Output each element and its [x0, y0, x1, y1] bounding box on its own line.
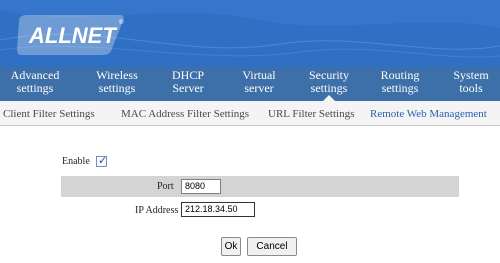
subnav-client-filter-settings[interactable]: Client Filter Settings — [3, 108, 95, 120]
cancel-button[interactable]: Cancel — [247, 237, 297, 256]
port-row — [61, 176, 459, 197]
ip-address-label: IP Address — [135, 205, 179, 216]
nav-label-line2: tools — [459, 81, 483, 95]
checkmark-icon: ✓ — [98, 154, 108, 167]
nav-system-tools[interactable]: System tools — [448, 69, 494, 99]
main-navigation: Advanced settings Wireless settings DHCP… — [0, 67, 500, 102]
nav-advanced-settings[interactable]: Advanced settings — [4, 69, 66, 99]
allnet-logo: ALLNET ® — [15, 13, 127, 57]
ip-address-input[interactable]: 212.18.34.50 — [181, 202, 255, 217]
nav-label-line2: settings — [381, 81, 419, 95]
subnav-mac-address-filter-settings[interactable]: MAC Address Filter Settings — [121, 108, 249, 120]
sub-navigation: Client Filter Settings MAC Address Filte… — [0, 101, 500, 126]
remote-web-management-form: Enable ✓ Port 8080 IP Address 212.18.34.… — [0, 126, 500, 263]
port-input[interactable]: 8080 — [181, 179, 221, 194]
registered-mark: ® — [119, 19, 124, 26]
nav-label-line2: settings — [310, 81, 348, 95]
subnav-remote-web-management[interactable]: Remote Web Management — [370, 108, 487, 120]
header-banner: ALLNET ® — [0, 0, 500, 67]
enable-checkbox[interactable]: ✓ — [96, 154, 108, 167]
nav-label-line2: Server — [172, 81, 204, 95]
nav-virtual-server[interactable]: Virtual server — [234, 69, 284, 99]
port-label: Port — [157, 181, 174, 192]
nav-dhcp-server[interactable]: DHCP Server — [164, 69, 212, 99]
logo-badge: ALLNET ® — [17, 15, 124, 55]
ok-button[interactable]: Ok — [221, 237, 241, 256]
subnav-url-filter-settings[interactable]: URL Filter Settings — [268, 108, 354, 120]
nav-label-line2: settings — [16, 81, 54, 95]
nav-wireless-settings[interactable]: Wireless settings — [88, 69, 146, 99]
nav-label-line2: settings — [98, 81, 136, 95]
nav-routing-settings[interactable]: Routing settings — [374, 69, 426, 99]
logo-text: ALLNET — [28, 23, 117, 48]
enable-label: Enable — [62, 156, 90, 167]
nav-label-line2: server — [244, 81, 274, 95]
